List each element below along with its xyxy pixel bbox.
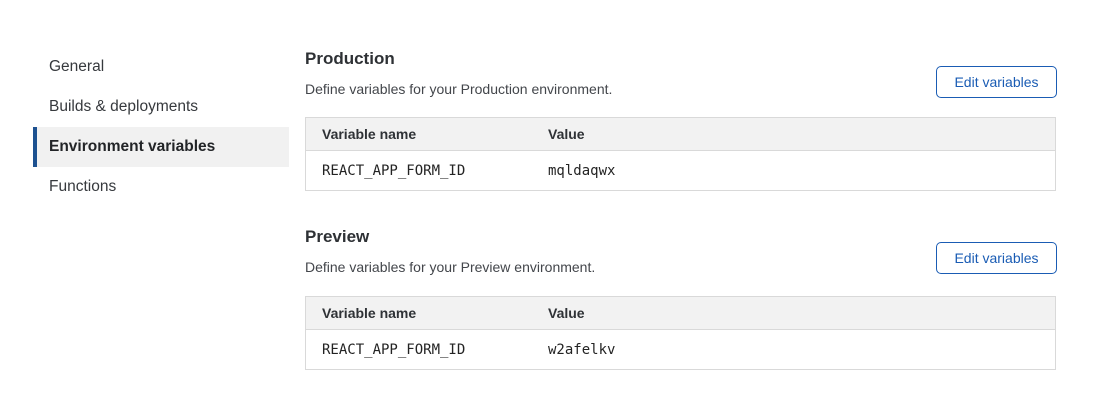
variable-name-cell: REACT_APP_FORM_ID: [322, 163, 548, 179]
sidebar-item-functions[interactable]: Functions: [33, 167, 289, 207]
column-header-value: Value: [548, 126, 1039, 142]
preview-section-title: Preview: [305, 227, 369, 247]
table-header-row: Variable name Value: [306, 297, 1055, 330]
production-section-title: Production: [305, 49, 395, 69]
preview-variables-table: Variable name Value REACT_APP_FORM_ID w2…: [305, 296, 1056, 370]
column-header-variable-name: Variable name: [322, 305, 548, 321]
table-row: REACT_APP_FORM_ID mqldaqwx: [306, 151, 1055, 190]
production-edit-variables-button[interactable]: Edit variables: [936, 66, 1057, 98]
variable-value-cell: w2afelkv: [548, 342, 1039, 358]
sidebar-item-builds-deployments[interactable]: Builds & deployments: [33, 87, 289, 127]
column-header-value: Value: [548, 305, 1039, 321]
sidebar-item-general[interactable]: General: [33, 47, 289, 87]
preview-section-description: Define variables for your Preview enviro…: [305, 259, 595, 276]
table-row: REACT_APP_FORM_ID w2afelkv: [306, 330, 1055, 369]
production-variables-table: Variable name Value REACT_APP_FORM_ID mq…: [305, 117, 1056, 191]
production-section-description: Define variables for your Production env…: [305, 81, 612, 98]
column-header-variable-name: Variable name: [322, 126, 548, 142]
sidebar-item-environment-variables[interactable]: Environment variables: [33, 127, 289, 167]
settings-sidebar: General Builds & deployments Environment…: [33, 47, 289, 207]
variable-value-cell: mqldaqwx: [548, 163, 1039, 179]
table-header-row: Variable name Value: [306, 118, 1055, 151]
variable-name-cell: REACT_APP_FORM_ID: [322, 342, 548, 358]
environment-variables-panel: Production Define variables for your Pro…: [305, 0, 1057, 420]
preview-edit-variables-button[interactable]: Edit variables: [936, 242, 1057, 274]
